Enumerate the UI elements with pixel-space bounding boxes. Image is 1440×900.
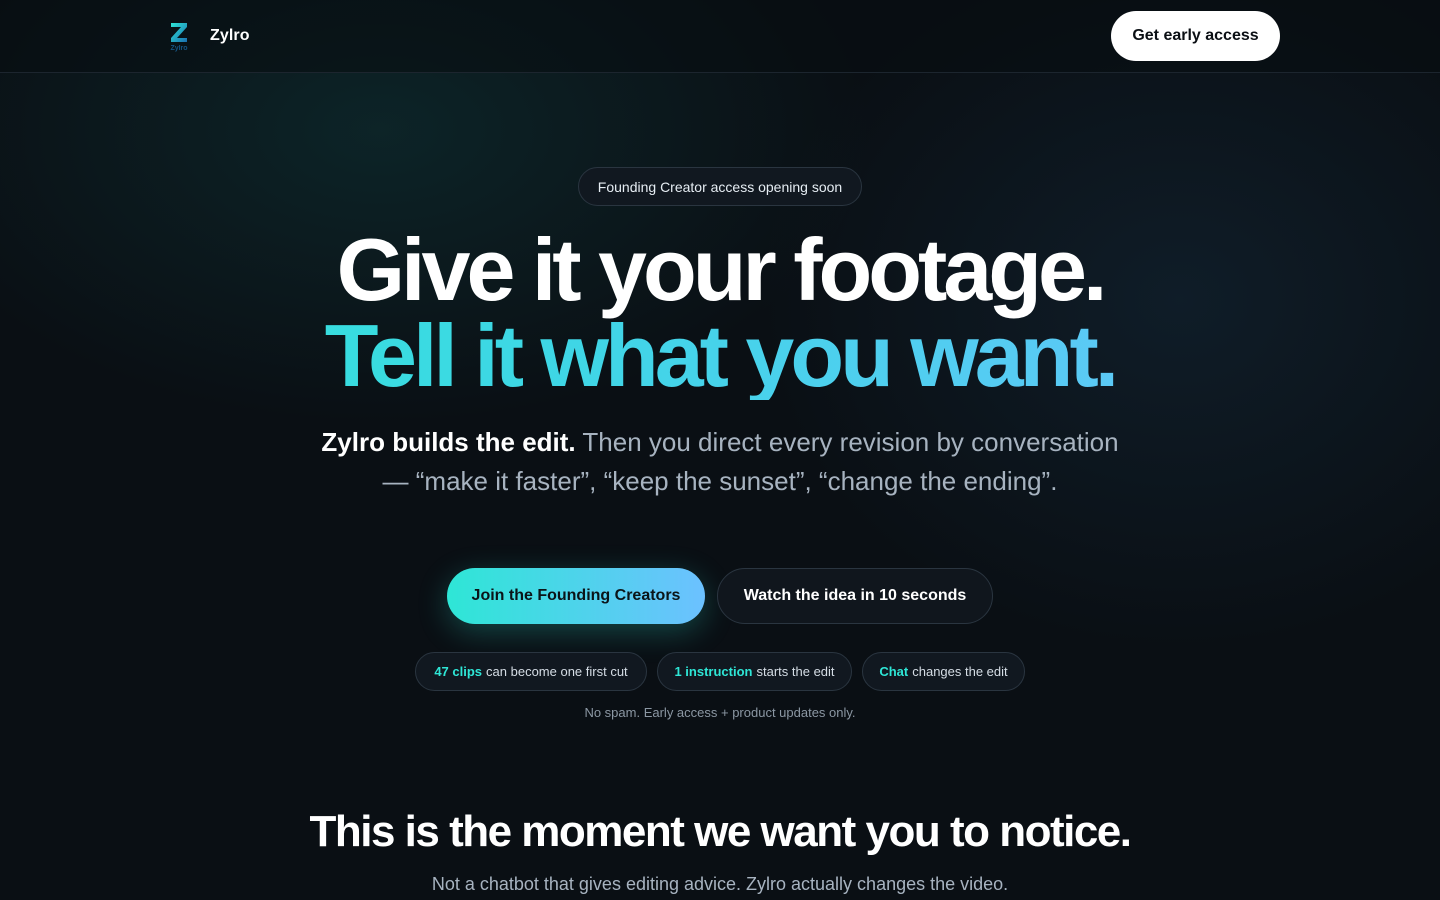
brand-name: Zylro — [210, 27, 250, 44]
chip-highlight: Chat — [879, 664, 909, 679]
watch-idea-video-button[interactable]: Watch the idea in 10 seconds — [717, 568, 993, 624]
chip-highlight: 47 clips — [434, 664, 483, 679]
join-founding-creators-button[interactable]: Join the Founding Creators — [447, 568, 705, 624]
get-early-access-button[interactable]: Get early access — [1111, 11, 1280, 61]
chip-text: starts the edit — [756, 664, 835, 679]
section-subtitle: Not a chatbot that gives editing advice.… — [431, 874, 1009, 894]
chip-highlight: 1 instruction — [674, 664, 753, 679]
founding-access-badge: Founding Creator access opening soon — [578, 167, 862, 206]
stat-chip-instruction: 1 instruction starts the edit — [657, 652, 852, 691]
no-spam-note: No spam. Early access + product updates … — [584, 705, 856, 720]
brand[interactable]: Zylro Zylro — [162, 18, 250, 54]
hero-lede: Zylro builds the edit. Then you direct e… — [320, 423, 1120, 501]
headline-line-2: Tell it what you want. — [0, 312, 1440, 400]
section-title: This is the moment we want you to notice… — [309, 807, 1132, 856]
zylro-logo-icon: Zylro — [162, 19, 196, 53]
lede-emphasis: Zylro builds the edit. — [321, 427, 576, 457]
headline-line-1: Give it your footage. — [336, 220, 1108, 319]
stat-chip-chat: Chat changes the edit — [862, 652, 1025, 691]
chip-text: changes the edit — [912, 664, 1008, 679]
top-navigation-bar: Zylro Zylro Get early access — [0, 0, 1440, 73]
chip-text: can become one first cut — [486, 664, 628, 679]
stat-chip-clips: 47 clips can become one first cut — [415, 652, 647, 691]
logo-wordmark: Zylro — [170, 45, 187, 52]
